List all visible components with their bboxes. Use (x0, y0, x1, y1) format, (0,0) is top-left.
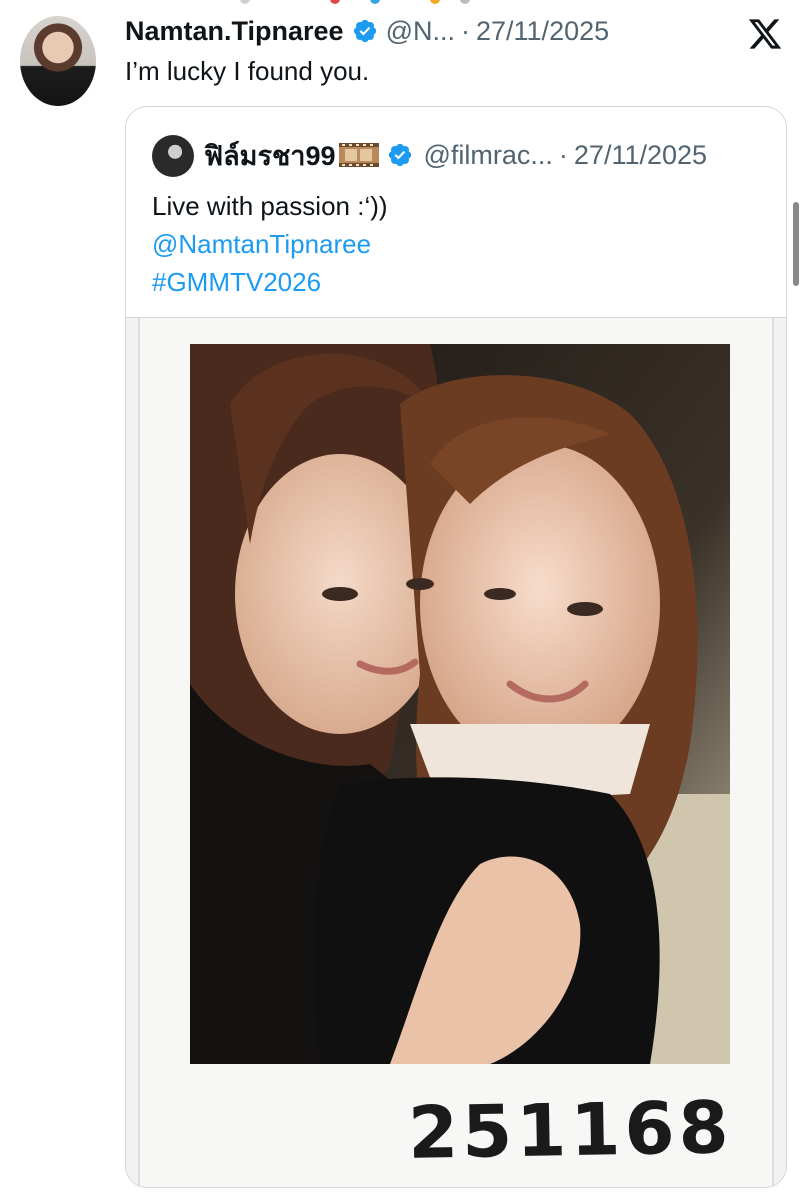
quoted-author-handle[interactable]: @filmrac... (423, 140, 552, 171)
mention-link[interactable]: @NamtanTipnaree (152, 225, 388, 263)
x-logo-icon[interactable] (746, 16, 784, 52)
author-handle[interactable]: @N... (386, 16, 455, 47)
scrollbar[interactable] (793, 202, 799, 286)
film-reel-emoji-icon (339, 143, 380, 167)
hashtag-link[interactable]: #GMMTV2026 (152, 263, 388, 301)
quoted-tweet-text: Live with passion :‘)) @NamtanTipnaree #… (152, 187, 388, 301)
separator-dot: · (461, 15, 470, 46)
photo-handwritten-number: 251168 (407, 1085, 734, 1175)
quoted-author-name[interactable]: ฟิล์มรชา99 (204, 134, 335, 177)
quoted-tweet[interactable]: ฟิล์มรชา99 @filmrac... · 27/11/2025 Live… (125, 106, 787, 1188)
tweet-text: I’m lucky I found you. (125, 56, 370, 86)
post-date[interactable]: 27/11/2025 (476, 16, 609, 47)
quoted-author-avatar[interactable] (152, 135, 194, 177)
photo-image[interactable] (190, 344, 730, 1064)
author-name[interactable]: Namtan.Tipnaree (125, 16, 344, 47)
instant-photo-frame: 251168 (138, 318, 774, 1187)
separator-dot: · (558, 139, 568, 170)
verified-badge-icon (353, 19, 376, 43)
quoted-text-line: Live with passion :‘)) (152, 191, 388, 221)
quoted-tweet-media[interactable]: 251168 (126, 317, 786, 1187)
quoted-post-date[interactable]: 27/11/2025 (574, 140, 707, 171)
author-avatar[interactable] (20, 16, 96, 106)
tweet[interactable]: Namtan.Tipnaree @N... · 27/11/2025 I’m l… (0, 0, 806, 1199)
verified-badge-icon (389, 143, 412, 167)
tweet-header: Namtan.Tipnaree @N... · 27/11/2025 (125, 14, 609, 48)
quoted-tweet-header: ฟิล์มรชา99 @filmrac... · 27/11/2025 (204, 137, 707, 173)
previous-content-edge (0, 0, 806, 8)
